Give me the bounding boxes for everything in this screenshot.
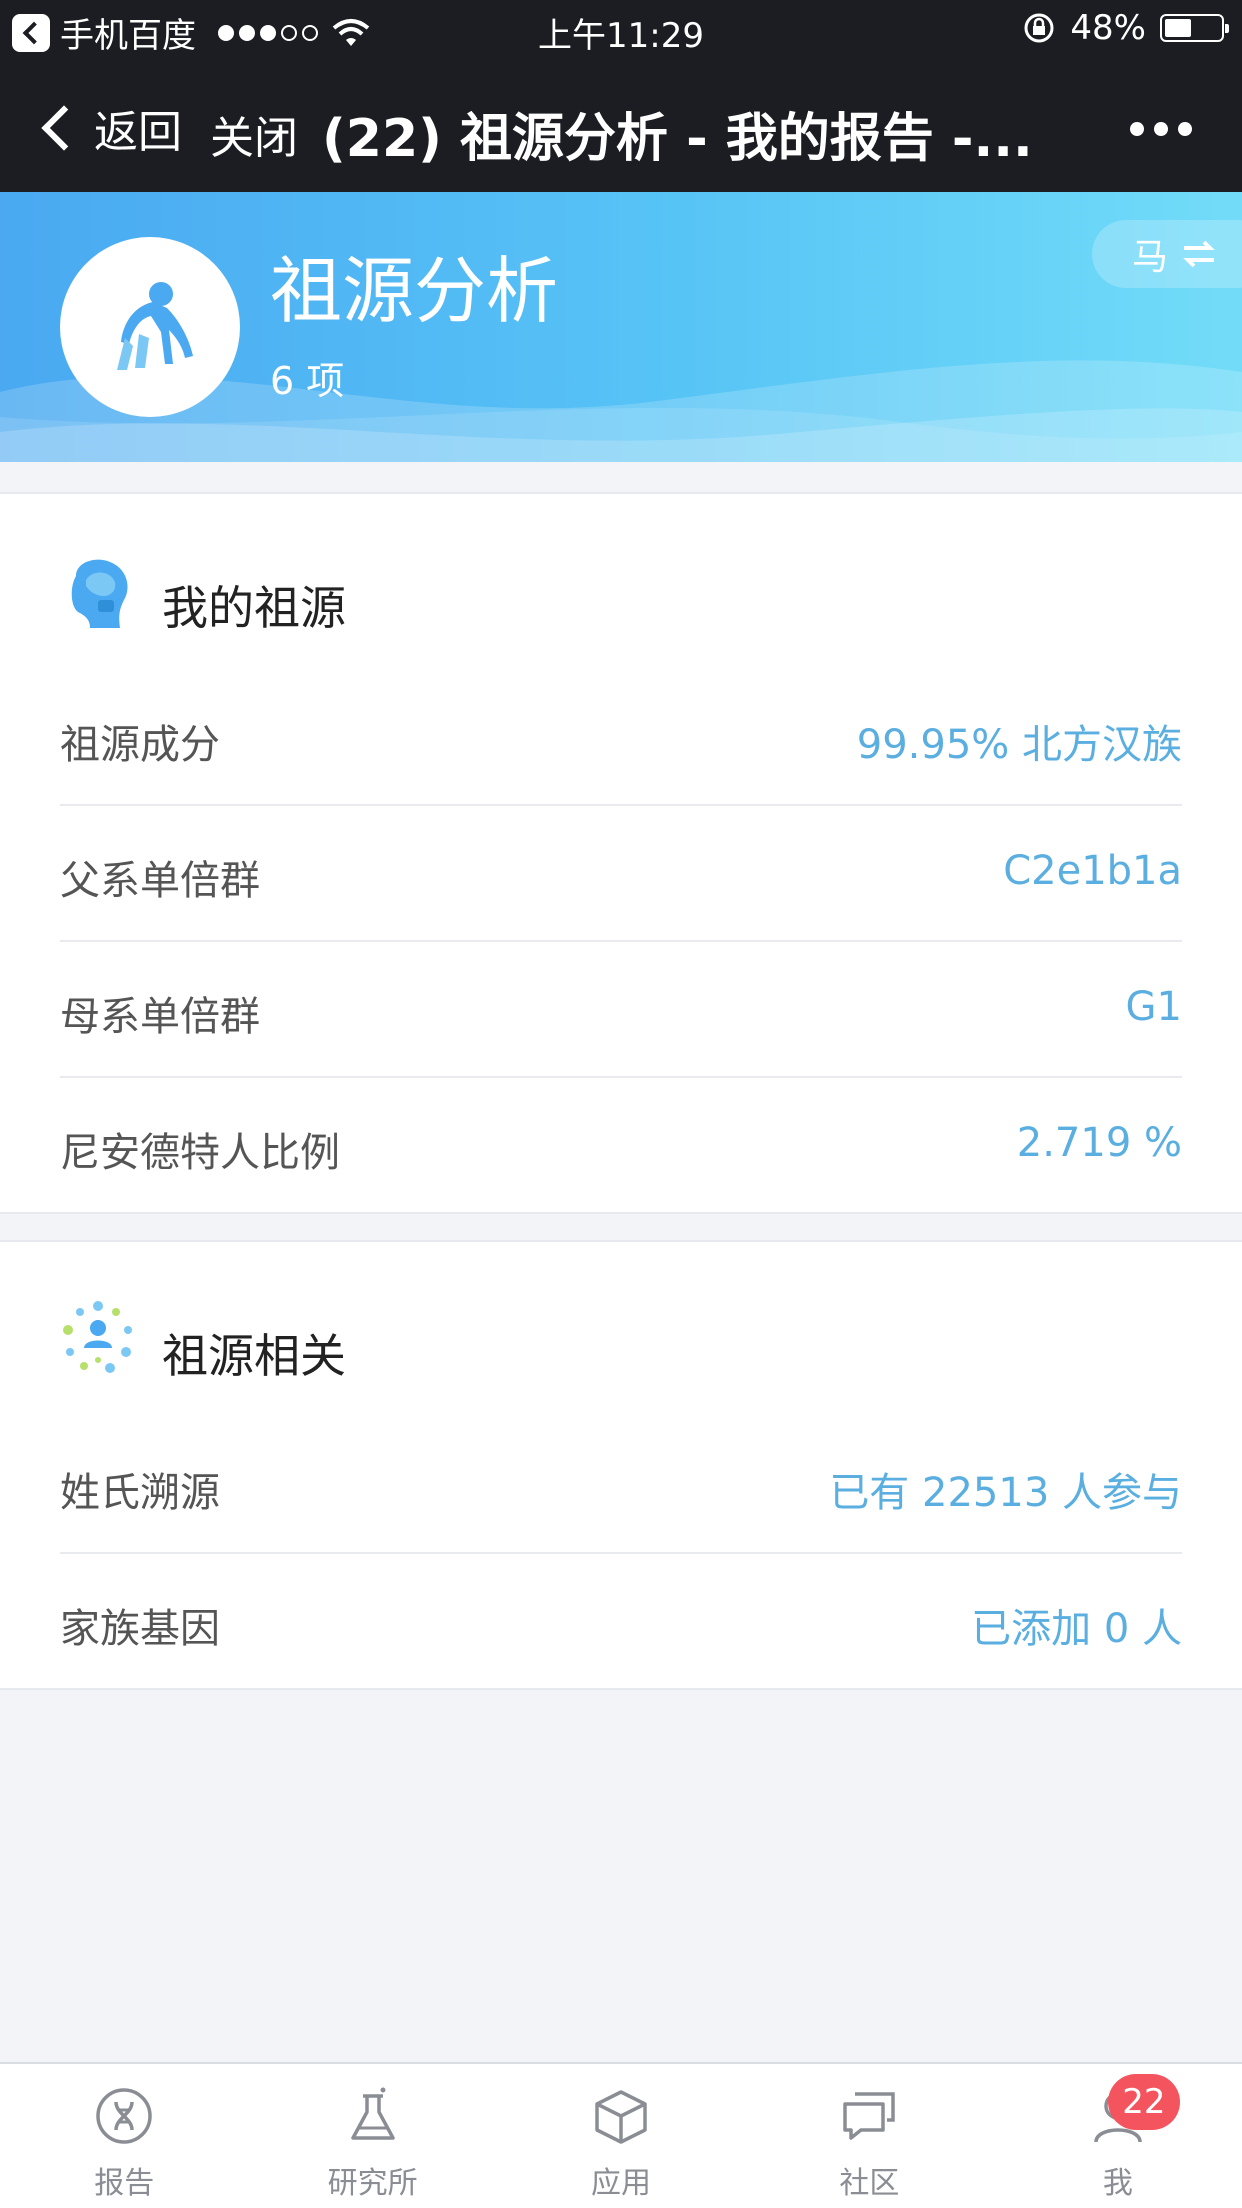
- chat-icon: [843, 2092, 896, 2140]
- list-item[interactable]: 母系单倍群 G1: [60, 942, 1182, 1078]
- my-ancestry-card: 我的祖源 祖源成分 99.95% 北方汉族 父系单倍群 C2e1b1a 母系单倍…: [0, 492, 1242, 1214]
- row-value: 99.95% 北方汉族: [856, 722, 1182, 768]
- row-label: 家族基因: [60, 1606, 220, 1652]
- tab-label: 应用: [591, 2166, 652, 2201]
- tab-label: 社区: [839, 2166, 900, 2201]
- status-bar: 手机百度 上午11:29 48%: [0, 0, 1242, 60]
- back-button[interactable]: 返回: [40, 96, 182, 160]
- rotation-lock-icon: [1024, 13, 1054, 43]
- swap-arrows-icon: [1183, 240, 1215, 268]
- battery-percent: 48%: [1070, 8, 1146, 48]
- section-title: 祖源相关: [162, 1329, 346, 1383]
- nav-bar: 返回 关闭 (22) 祖源分析 - 我的报告 -...: [0, 60, 1242, 192]
- list-item[interactable]: 祖源成分 99.95% 北方汉族: [60, 670, 1182, 806]
- row-label: 父系单倍群: [60, 858, 260, 904]
- ancestry-avatar: [60, 237, 240, 417]
- tab-label: 我: [1102, 2166, 1133, 2201]
- row-value: 已有 22513 人参与: [829, 1470, 1182, 1516]
- cube-icon: [595, 2090, 647, 2144]
- switch-profile-button[interactable]: 马: [1092, 220, 1242, 288]
- ancestry-related-card: 祖源相关 姓氏溯源 已有 22513 人参与 家族基因 已添加 0 人: [0, 1240, 1242, 1690]
- tab-report[interactable]: 报告: [0, 2064, 248, 2208]
- row-value: 已添加 0 人: [971, 1606, 1182, 1652]
- tab-label: 报告: [94, 2166, 155, 2201]
- list-item[interactable]: 尼安德特人比例 2.719 %: [60, 1078, 1182, 1212]
- tab-institute[interactable]: 研究所: [248, 2064, 496, 2208]
- row-label: 祖源成分: [60, 722, 220, 768]
- row-value: C2e1b1a: [1003, 848, 1182, 894]
- list-item[interactable]: 父系单倍群 C2e1b1a: [60, 806, 1182, 942]
- tab-community[interactable]: 社区: [745, 2064, 993, 2208]
- ancestry-head-icon: [71, 559, 128, 628]
- row-label: 母系单倍群: [60, 994, 260, 1040]
- close-button[interactable]: 关闭: [210, 102, 298, 166]
- people-network-icon: [63, 1301, 132, 1373]
- notification-badge: 22: [1107, 2074, 1180, 2130]
- more-menu-icon[interactable]: [1130, 122, 1192, 136]
- tab-me[interactable]: 22 我: [994, 2064, 1242, 2208]
- chevron-left-icon: [41, 105, 87, 151]
- tab-label: 研究所: [327, 2166, 418, 2201]
- header-banner: 祖源分析 6 项 马: [0, 192, 1242, 462]
- row-value: 2.719 %: [1016, 1120, 1182, 1166]
- list-item[interactable]: 姓氏溯源 已有 22513 人参与: [60, 1418, 1182, 1554]
- back-label: 返回: [94, 107, 182, 158]
- ape-icon: [117, 282, 193, 370]
- flask-icon: [350, 2087, 395, 2140]
- dna-icon: [96, 2088, 152, 2144]
- row-value: G1: [1125, 984, 1182, 1030]
- tab-apps[interactable]: 应用: [497, 2064, 745, 2208]
- row-label: 尼安德特人比例: [60, 1130, 340, 1176]
- header-title: 祖源分析: [270, 249, 559, 333]
- section-title: 我的祖源: [162, 581, 346, 635]
- profile-name: 马: [1132, 237, 1169, 278]
- list-item[interactable]: 家族基因 已添加 0 人: [60, 1554, 1182, 1688]
- row-label: 姓氏溯源: [60, 1470, 220, 1516]
- bottom-tab-bar: 报告 研究所 应用 社区 22 我: [0, 2062, 1242, 2208]
- battery-icon: [1160, 14, 1229, 42]
- item-count: 6 项: [270, 359, 345, 403]
- page-title: (22) 祖源分析 - 我的报告 -...: [322, 109, 1033, 169]
